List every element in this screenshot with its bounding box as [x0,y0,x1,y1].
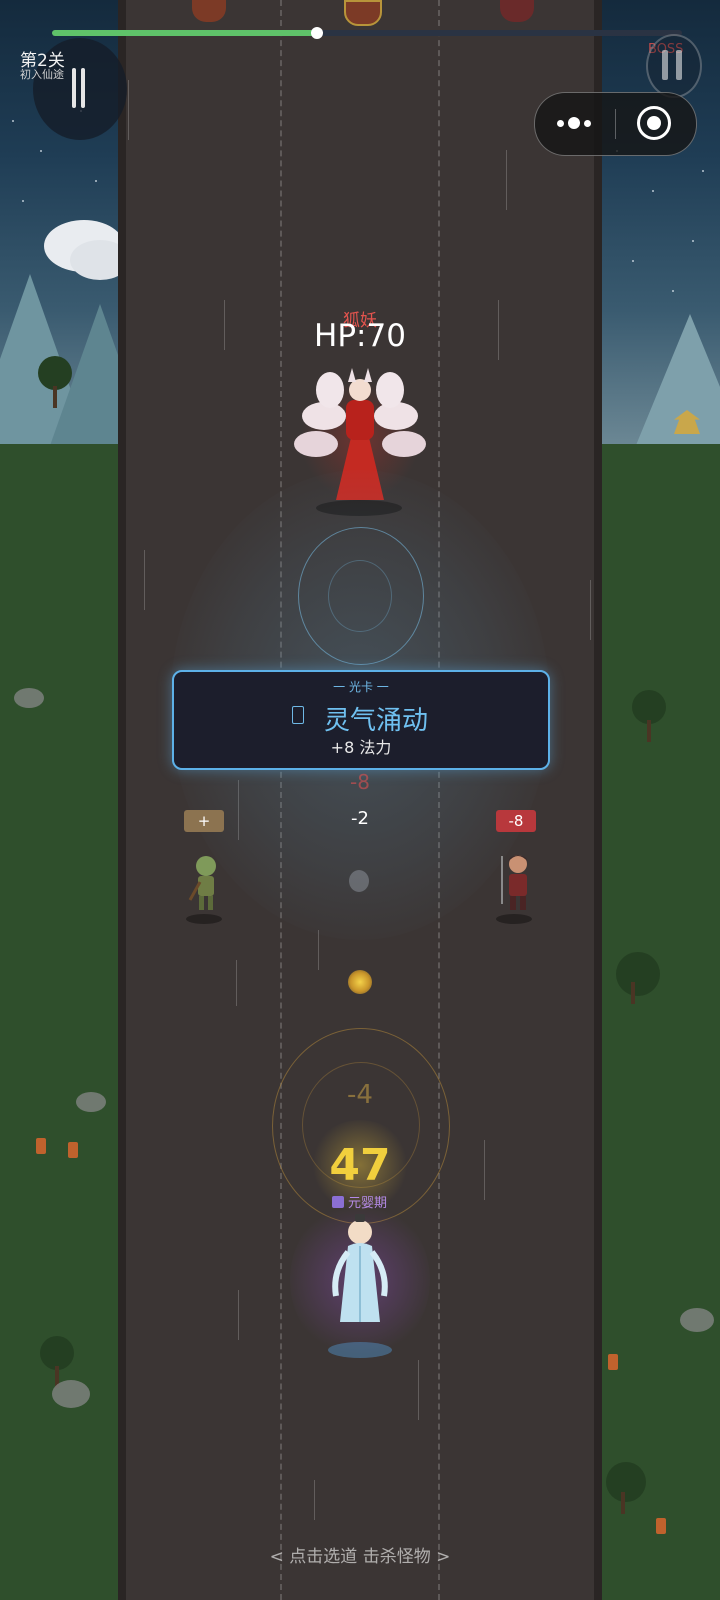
game-stage: BOSS 第2关 初入仙途 狐妖 HP:70 [0,0,720,1600]
left-scenery [0,0,118,1600]
light-card[interactable]: 一 光卡 一 灵气涌动 +8 法力 [172,670,550,770]
grass [0,444,118,1600]
right-lane-badge[interactable]: -8 [496,810,536,832]
pause-icon[interactable] [646,34,702,98]
goblin-minion[interactable] [186,852,226,912]
floating-damage: -8 [350,770,370,794]
mini-enemy [500,0,534,22]
right-scenery [602,0,720,1600]
mini-program-capsule [534,92,697,156]
player-power: 47 [329,1140,391,1191]
skill-ring-inner [328,560,392,632]
target-circle-icon[interactable] [637,106,671,140]
soldier-minion[interactable] [496,852,536,912]
capsule-divider [615,109,616,139]
level-subtitle: 初入仙途 [20,68,64,81]
card-category: 一 光卡 一 [333,680,389,694]
progress-knob [310,27,323,39]
pause-bar [81,68,85,108]
card-icon [292,706,304,724]
card-effect: +8 法力 [330,738,392,757]
spirit-orb [349,870,369,892]
boss-hp: HP:70 [314,318,406,354]
gold-coin[interactable] [348,970,372,994]
more-dots-icon[interactable] [557,115,597,133]
mini-enemy [344,0,382,26]
middle-lane-value[interactable]: -2 [330,808,390,829]
instruction-hint: < 点击选道 击杀怪物 > [269,1547,451,1567]
pause-bar [72,68,76,108]
floating-damage: -4 [347,1080,373,1110]
left-lane-badge[interactable]: + [184,810,224,832]
progress-fill [52,30,317,36]
card-title: 灵气涌动 [324,706,429,736]
mini-enemy [192,0,226,22]
cultivator-player[interactable] [322,1212,398,1332]
level-progress-bar [52,27,682,39]
grass [602,444,720,1600]
